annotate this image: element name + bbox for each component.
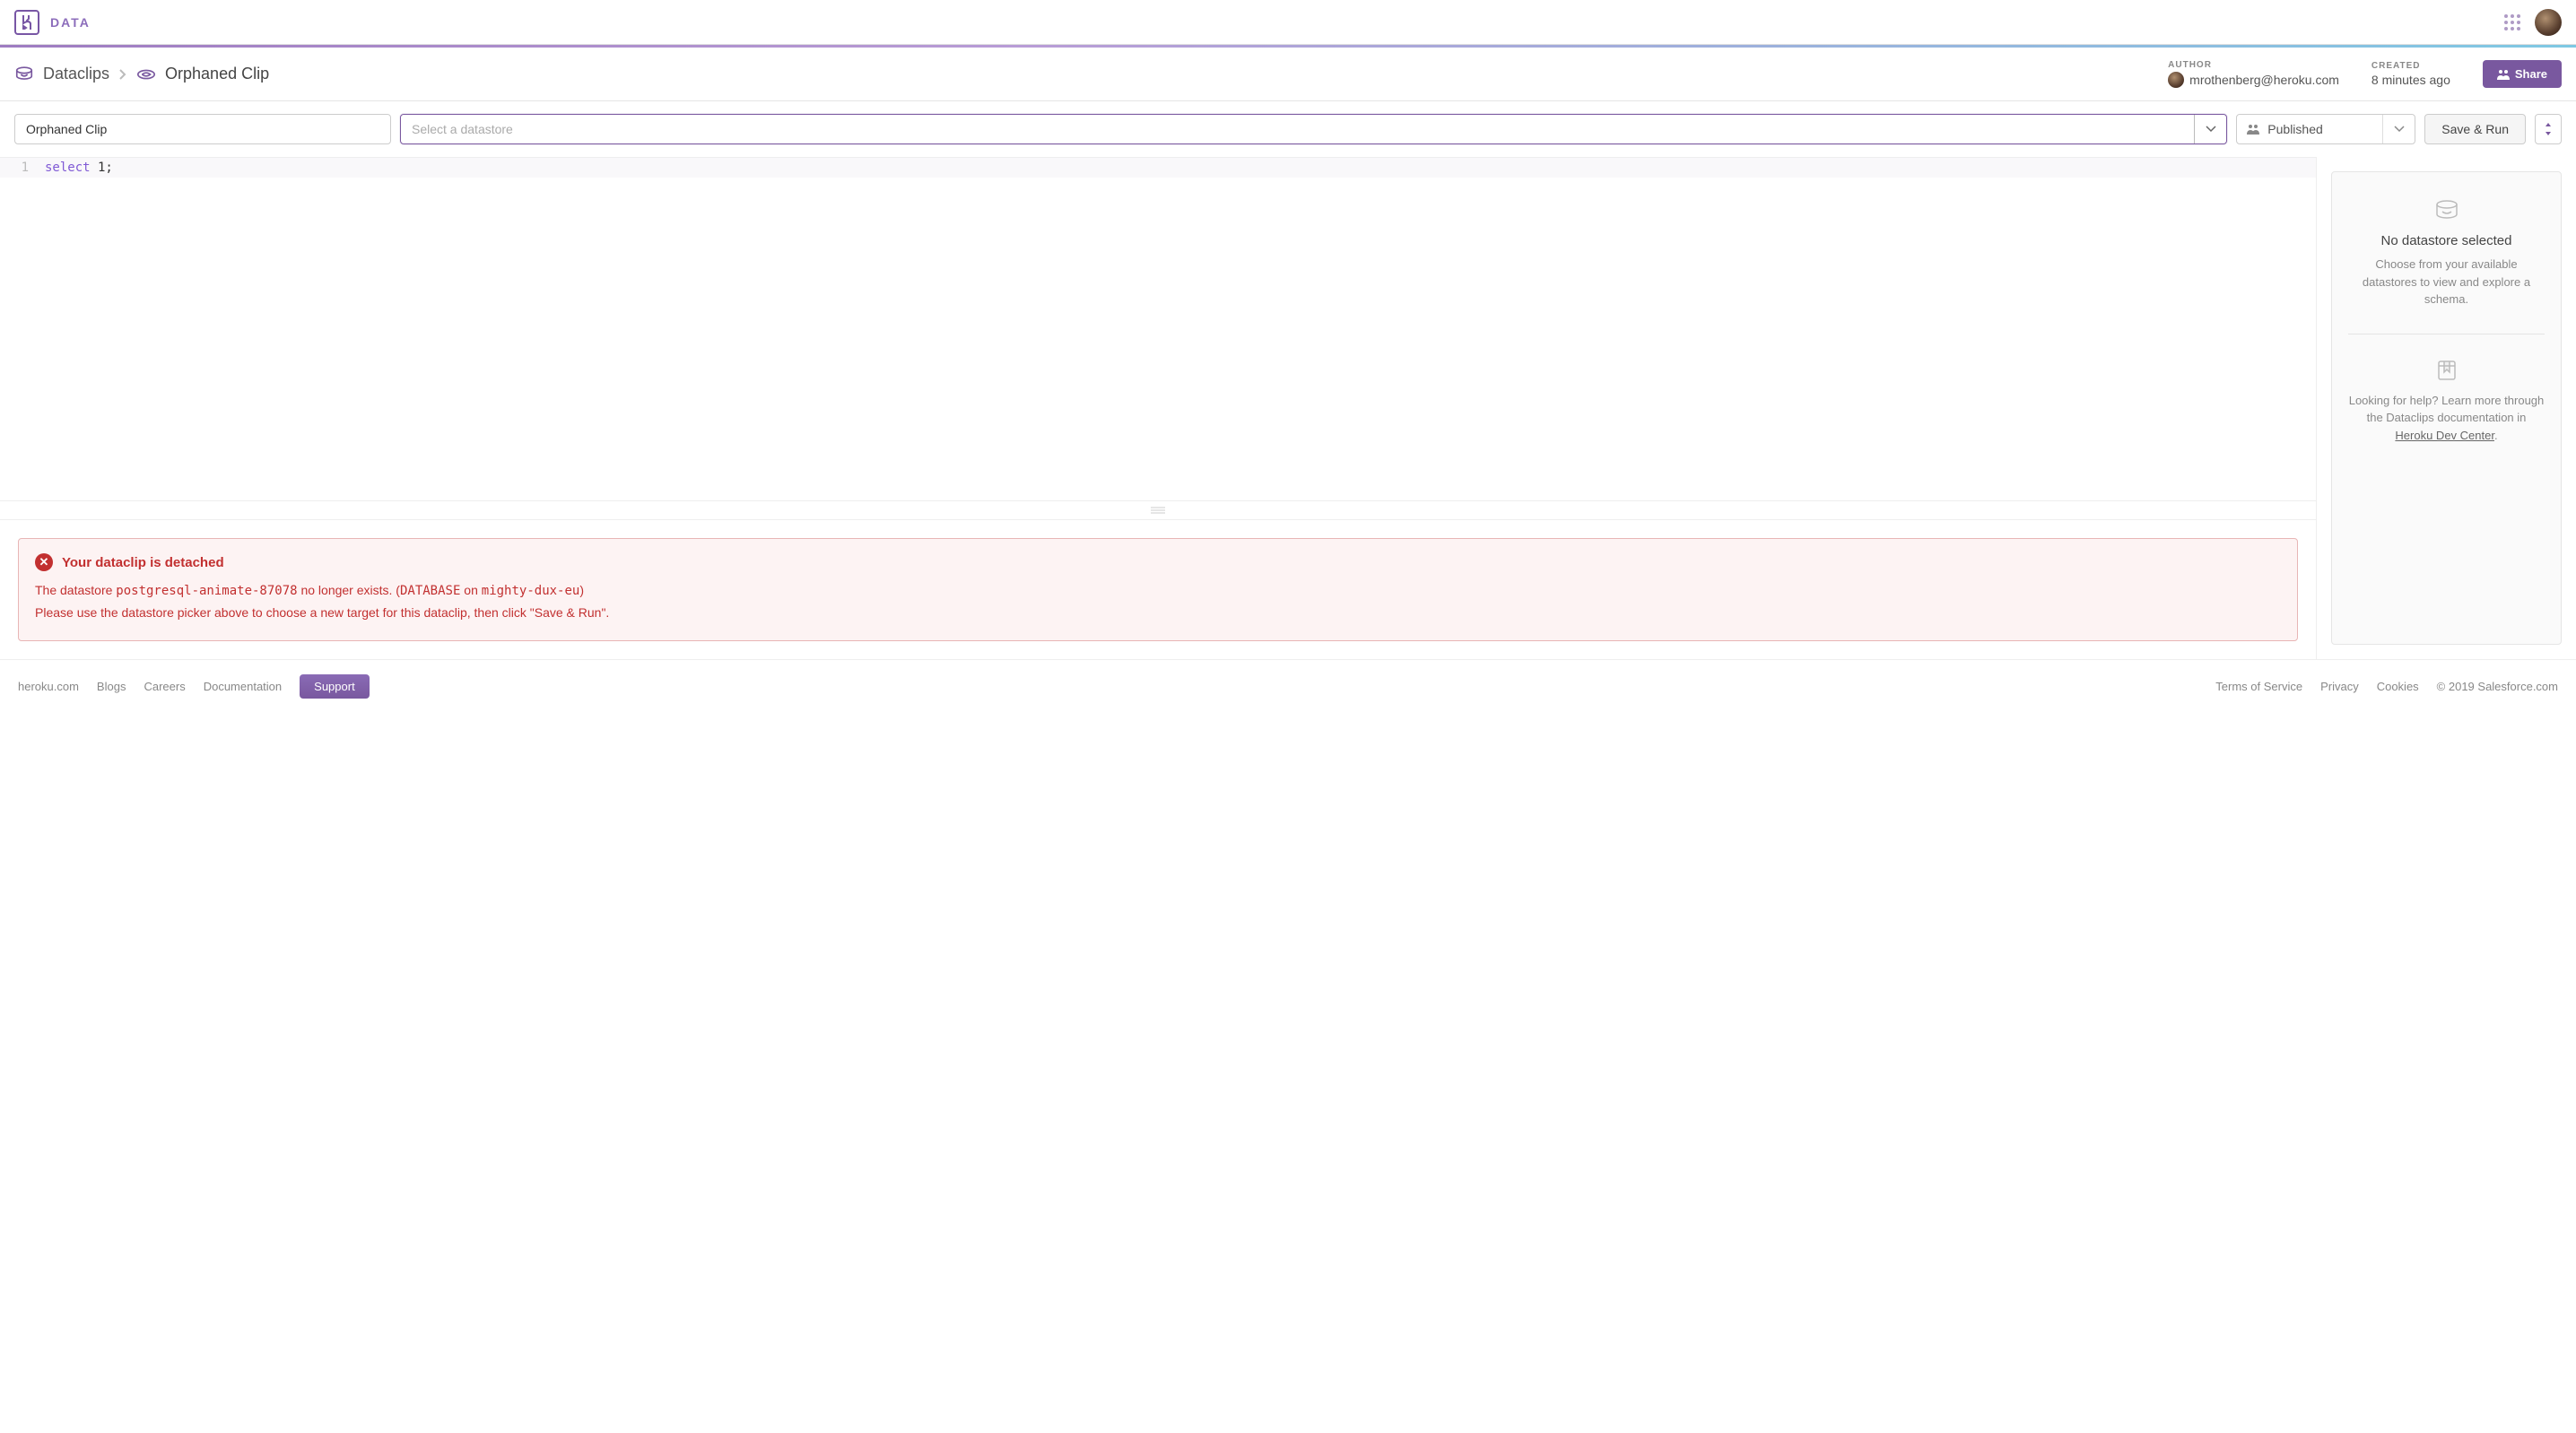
toolbar: Select a datastore Published Save & Run: [0, 101, 2576, 157]
heroku-logo-icon[interactable]: [14, 10, 39, 35]
error-alert: ✕ Your dataclip is detached The datastor…: [18, 538, 2298, 641]
created-label: CREATED: [2371, 61, 2450, 71]
people-icon: [2246, 124, 2260, 135]
people-icon: [2497, 69, 2510, 80]
database-icon: [2433, 199, 2460, 222]
author-block: AUTHOR mrothenberg@heroku.com: [2168, 60, 2339, 88]
share-label: Share: [2515, 67, 2547, 81]
code-content: select 1;: [45, 161, 113, 175]
chevron-down-icon: [2382, 115, 2415, 143]
error-title: Your dataclip is detached: [62, 555, 224, 570]
sort-icon: [2544, 122, 2553, 136]
footer-link-heroku[interactable]: heroku.com: [18, 680, 79, 693]
footer-link-privacy[interactable]: Privacy: [2320, 680, 2359, 693]
author-avatar-icon: [2168, 72, 2184, 88]
meta-section: AUTHOR mrothenberg@heroku.com CREATED 8 …: [2168, 60, 2562, 88]
clip-icon: [136, 65, 156, 84]
author-email[interactable]: mrothenberg@heroku.com: [2189, 73, 2339, 87]
top-bar: DATA: [0, 0, 2576, 45]
dataclips-icon: [14, 65, 34, 84]
datastore-select[interactable]: Select a datastore: [400, 114, 2227, 144]
save-run-button[interactable]: Save & Run: [2424, 114, 2526, 144]
topbar-right: [2504, 9, 2562, 36]
sidebar-desc: Choose from your available datastores to…: [2348, 256, 2545, 308]
created-block: CREATED 8 minutes ago: [2371, 61, 2450, 87]
sidebar-card: No datastore selected Choose from your a…: [2331, 171, 2562, 645]
breadcrumb: Dataclips Orphaned Clip: [14, 65, 269, 84]
more-actions-button[interactable]: [2535, 114, 2562, 144]
footer-copyright: © 2019 Salesforce.com: [2437, 680, 2558, 693]
error-body: The datastore postgresql-animate-87078 n…: [35, 580, 2281, 624]
footer-right: Terms of Service Privacy Cookies © 2019 …: [2215, 680, 2558, 693]
dev-center-link[interactable]: Heroku Dev Center: [2395, 429, 2494, 442]
sidebar-title: No datastore selected: [2381, 233, 2512, 248]
app-switcher-icon[interactable]: [2504, 14, 2520, 30]
author-label: AUTHOR: [2168, 60, 2339, 70]
chevron-right-icon: [118, 68, 127, 81]
breadcrumb-root[interactable]: Dataclips: [43, 65, 109, 83]
clip-title-input[interactable]: [14, 114, 391, 144]
editor-column: 1 select 1; ✕ Your dataclip is detached …: [0, 157, 2316, 659]
footer-link-tos[interactable]: Terms of Service: [2215, 680, 2302, 693]
share-button[interactable]: Share: [2483, 60, 2562, 88]
user-avatar[interactable]: [2535, 9, 2562, 36]
footer: heroku.com Blogs Careers Documentation S…: [0, 659, 2576, 713]
footer-link-docs[interactable]: Documentation: [204, 680, 282, 693]
visibility-select[interactable]: Published: [2236, 114, 2415, 144]
main-area: 1 select 1; ✕ Your dataclip is detached …: [0, 157, 2576, 659]
line-number: 1: [0, 161, 45, 175]
footer-link-careers[interactable]: Careers: [144, 680, 185, 693]
code-line: 1 select 1;: [0, 158, 2316, 178]
topbar-left: DATA: [14, 10, 91, 35]
pane-resize-handle[interactable]: [0, 500, 2316, 520]
error-icon: ✕: [35, 553, 53, 571]
visibility-label: Published: [2267, 122, 2323, 136]
product-name: DATA: [50, 15, 91, 30]
code-editor[interactable]: 1 select 1;: [0, 157, 2316, 282]
support-button[interactable]: Support: [300, 674, 370, 699]
schema-sidebar: No datastore selected Choose from your a…: [2316, 157, 2576, 659]
footer-link-cookies[interactable]: Cookies: [2377, 680, 2419, 693]
chevron-down-icon: [2194, 115, 2226, 143]
bookmark-icon: [2437, 360, 2457, 381]
created-value: 8 minutes ago: [2371, 73, 2450, 87]
footer-left: heroku.com Blogs Careers Documentation S…: [18, 674, 370, 699]
results-pane: ✕ Your dataclip is detached The datastor…: [0, 520, 2316, 659]
subheader: Dataclips Orphaned Clip AUTHOR mrothenbe…: [0, 48, 2576, 101]
footer-link-blogs[interactable]: Blogs: [97, 680, 126, 693]
sidebar-help: Looking for help? Learn more through the…: [2348, 392, 2545, 445]
datastore-placeholder: Select a datastore: [412, 122, 513, 136]
breadcrumb-current: Orphaned Clip: [165, 65, 269, 83]
